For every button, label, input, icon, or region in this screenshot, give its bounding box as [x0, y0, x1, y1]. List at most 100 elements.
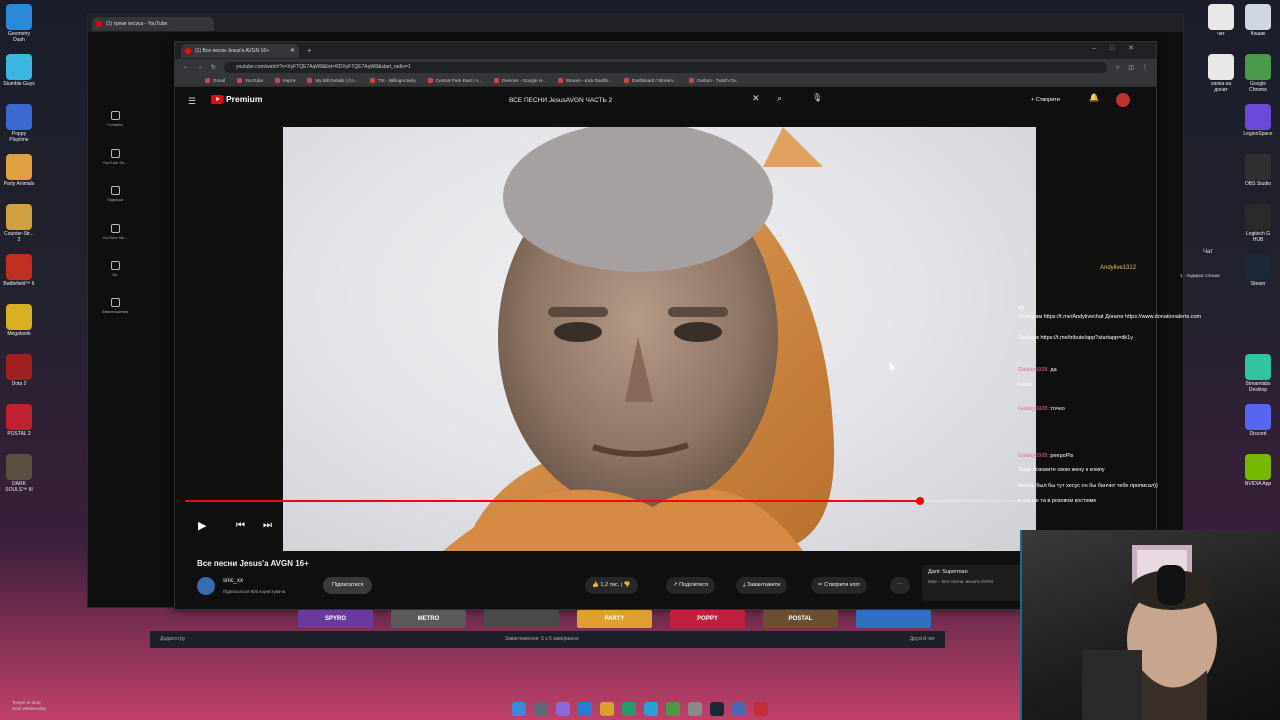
next-icon[interactable]: ⏭ — [263, 520, 272, 531]
add-game-button[interactable]: Додати гру — [160, 631, 185, 648]
desktop-icon[interactable]: чат — [1205, 4, 1237, 37]
desktop-icon[interactable]: Stumble Guys — [3, 54, 35, 87]
bookmark-item[interactable]: Carbon - Twitch Ov... — [688, 78, 739, 83]
microphone-icon[interactable]: 🎙 — [812, 93, 822, 102]
downloads-status[interactable]: Завантаження: 5 з 5 завершено — [505, 631, 579, 648]
shorts-icon — [110, 149, 120, 158]
game-thumbnail[interactable]: POSTAL — [763, 610, 838, 628]
share-button[interactable]: ↗ Поділитися — [666, 577, 716, 594]
store-icon[interactable] — [622, 702, 636, 716]
desktop-icon[interactable]: Steam — [1242, 254, 1274, 287]
clear-search-icon[interactable]: ✕ — [752, 93, 760, 104]
active-tab[interactable]: (1) Все песни Jesus'a AVGN 16+ ✕ — [181, 43, 299, 58]
video-progress-bar[interactable] — [185, 497, 1020, 505]
youtube-logo[interactable]: Premium — [211, 94, 262, 104]
channel-avatar[interactable] — [197, 577, 215, 595]
create-button[interactable]: + Створити — [1025, 93, 1066, 108]
sidebar-item-home[interactable]: Головна — [98, 111, 132, 127]
sidebar-item-subscriptions[interactable]: Підписки — [98, 186, 132, 202]
desktop-icon[interactable]: DARK SOULS™ III — [3, 454, 35, 493]
chat-text: да — [1050, 367, 1057, 373]
window-controls[interactable]: –□✕ — [1092, 44, 1148, 52]
file-explorer-icon[interactable] — [534, 702, 548, 716]
desktop-icon[interactable]: Logitech G HUB — [1242, 204, 1274, 243]
notifications-bell-icon[interactable]: 🔔 — [1089, 93, 1099, 102]
desktop-icon[interactable]: LegionSpace — [1242, 104, 1274, 137]
game-thumbnail[interactable] — [856, 610, 931, 628]
sidebar-item-downloads[interactable]: Завантаження — [98, 298, 132, 314]
bookmark-item[interactable]: Central Park East | A... — [427, 78, 482, 83]
previous-icon[interactable]: ⏮ — [236, 520, 245, 531]
extensions-icon[interactable]: ◫ — [1128, 64, 1134, 71]
bookmark-item[interactable]: YouTube — [237, 78, 263, 83]
desktop-icon[interactable]: Dota 2 — [3, 354, 35, 387]
clip-button[interactable]: ✂ Створити кліп — [811, 577, 867, 594]
friends-chat-button[interactable]: Друзі й чат — [910, 631, 935, 648]
desktop-icon[interactable]: Google Chrome — [1242, 54, 1274, 93]
desktop-icon[interactable]: OBS Studio — [1242, 154, 1274, 187]
chrome-icon[interactable] — [666, 702, 680, 716]
desktop-icon[interactable]: POSTAL 2 — [3, 404, 35, 437]
menu-icon[interactable]: ⋮ — [1142, 64, 1148, 71]
hamburger-menu-icon[interactable]: ☰ — [188, 96, 196, 107]
search-input[interactable]: ВСЕ ПЕСНИ JesusAVGN ЧАСТЬ 2 — [500, 93, 770, 109]
desktop-icon[interactable]: Counter-Str... 2 — [3, 204, 35, 243]
app-icon — [1245, 354, 1271, 380]
more-actions-button[interactable]: ⋯ — [890, 577, 910, 594]
steam-icon[interactable] — [710, 702, 724, 716]
desktop-icon[interactable]: Party Animals — [3, 154, 35, 187]
desktop-icon[interactable]: Geometry Dash — [3, 4, 35, 43]
url-field[interactable]: youtube.com/watch?v=XyFTQE7AqW8&list=RDX… — [224, 61, 1107, 73]
app-icon[interactable] — [688, 702, 702, 716]
edge-icon[interactable] — [578, 702, 592, 716]
telegram-icon[interactable] — [644, 702, 658, 716]
desktop-icon[interactable]: Battlefield™ 6 — [3, 254, 35, 287]
bookmark-item[interactable]: TIX - BillingActivity — [369, 78, 416, 83]
bookmark-item[interactable]: Devices - Google H... — [494, 78, 546, 83]
game-thumbnail[interactable]: POPPY — [670, 610, 745, 628]
next-up-card[interactable]: Далі: Superman Мікс – Все песни Jesus'a … — [922, 565, 1027, 601]
app-icon-2[interactable] — [732, 702, 746, 716]
desktop-icon[interactable]: Кошик — [1242, 4, 1274, 37]
game-thumbnail[interactable]: SPYRO — [298, 610, 373, 628]
desktop-icon[interactable]: Poppy Playtime — [3, 104, 35, 143]
chat-message: Ахаха, был бы тут хесус он бы банчит теб… — [1018, 483, 1158, 489]
bookmark-item[interactable]: Dashboard / Stream... — [623, 78, 677, 83]
close-tab-icon[interactable]: ✕ — [290, 44, 295, 58]
game-thumbnail[interactable]: METRO — [391, 610, 466, 628]
play-icon[interactable]: ▶ — [198, 519, 206, 532]
sidebar-item-music[interactable]: YouTube Mu... — [98, 224, 132, 240]
star-icon[interactable]: ☆ — [1115, 64, 1120, 71]
thumbs-down-icon[interactable]: | 👎 — [619, 582, 631, 588]
back-icon[interactable]: ← — [183, 64, 189, 70]
desktop-icon[interactable]: NVIDIA App — [1242, 454, 1274, 487]
files-icon[interactable] — [600, 702, 614, 716]
start-icon[interactable] — [512, 702, 526, 716]
reload-icon[interactable]: ↻ — [211, 64, 216, 71]
new-tab-icon[interactable]: + — [307, 46, 312, 55]
search-icon[interactable] — [556, 702, 570, 716]
bookmark-item[interactable]: Stream - Kick Dashb... — [557, 78, 612, 83]
game-thumbnail[interactable]: PARTY — [577, 610, 652, 628]
sidebar-item-you[interactable]: Ви — [98, 261, 132, 277]
game-thumbnail[interactable] — [484, 610, 559, 628]
desktop-icon[interactable]: силка на донат — [1205, 54, 1237, 93]
desktop-icon[interactable]: Streamlabs Desktop — [1242, 354, 1274, 393]
progress-scrubber[interactable] — [915, 497, 924, 505]
sidebar-item-shorts[interactable]: YouTube Sh... — [98, 149, 132, 165]
desktop-icon[interactable]: Discord — [1242, 404, 1274, 437]
bookmark-item[interactable]: Gmail — [205, 78, 225, 83]
app-icon — [1208, 54, 1234, 80]
subscribe-button[interactable]: Підписатися — [323, 577, 373, 594]
bookmark-item[interactable]: Карти — [275, 78, 295, 83]
like-button[interactable]: 👍 1,2 тис. | 👎 — [585, 577, 638, 594]
bookmark-item[interactable]: My Bill Details | Co... — [307, 78, 358, 83]
avatar[interactable] — [1116, 93, 1130, 107]
download-button[interactable]: ⤓ Завантажити — [736, 577, 788, 594]
forward-icon[interactable]: → — [197, 64, 203, 70]
obs-icon[interactable] — [754, 702, 768, 716]
channel-name[interactable]: snic_xx — [223, 578, 243, 584]
search-icon[interactable]: ⌕ — [777, 93, 782, 104]
video-player[interactable] — [283, 127, 1036, 551]
desktop-icon[interactable]: Megabonk — [3, 304, 35, 337]
